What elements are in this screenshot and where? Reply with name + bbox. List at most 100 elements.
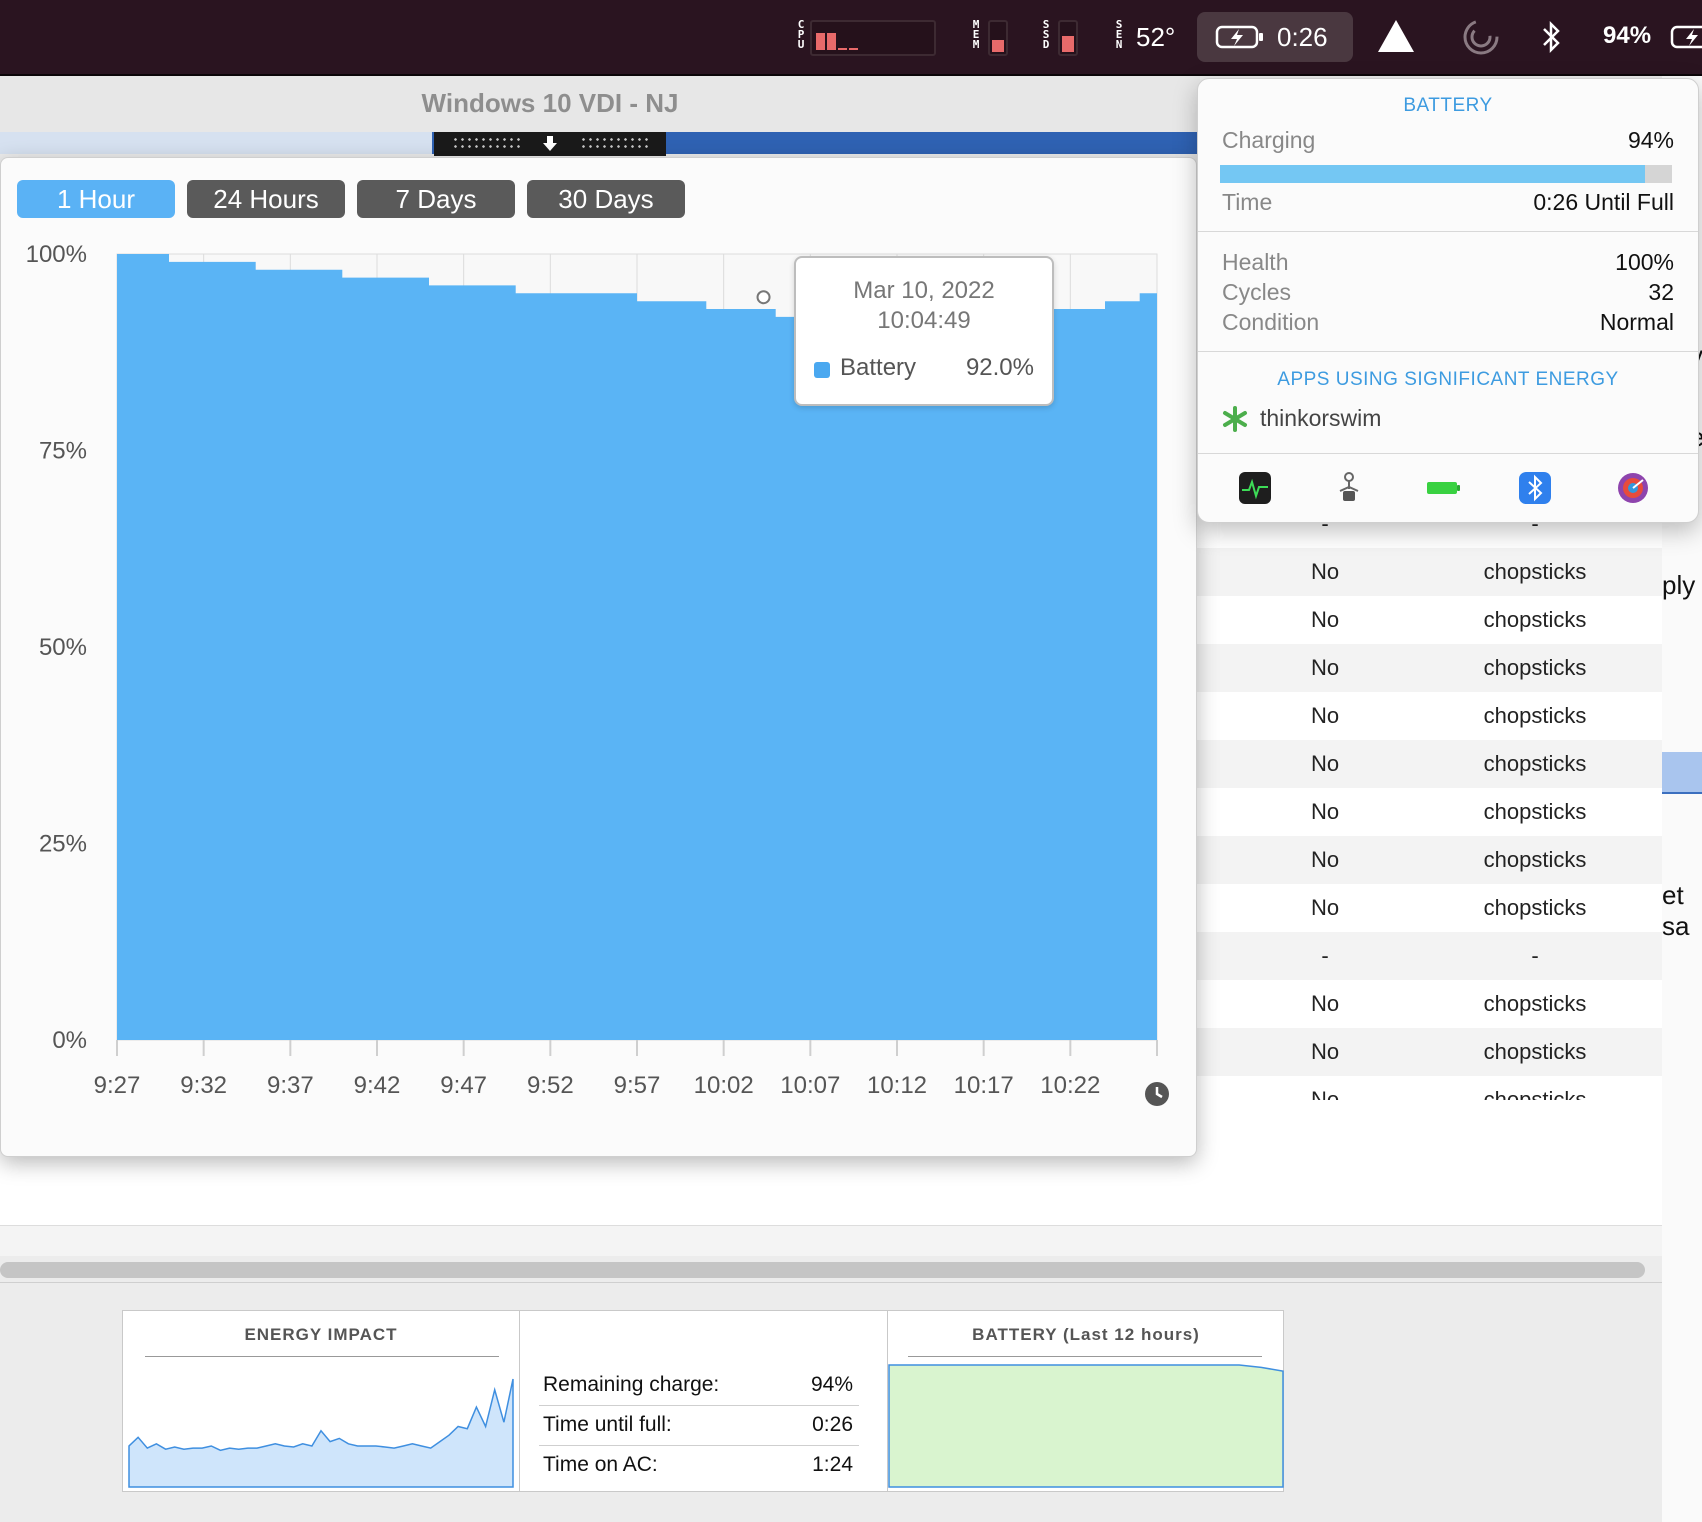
y-tick-label: 25% [39, 831, 87, 858]
vdi-window-title: Windows 10 VDI - NJ [421, 88, 679, 118]
battery-percent[interactable]: 94% [1603, 22, 1651, 50]
energy-impact-graph [128, 1378, 514, 1488]
condition-label: Condition [1222, 309, 1320, 335]
table-cell: chopsticks [1483, 895, 1587, 920]
system-info-icon[interactable] [1332, 471, 1366, 505]
table-row[interactable]: No chopsticks [1195, 788, 1662, 836]
table-cell: - [1531, 943, 1539, 968]
menu-bar: CPU MEM SSD SEN 52° 0:26 94% [0, 0, 1702, 76]
table-row[interactable]: No chopsticks [1195, 692, 1662, 740]
energy-impact-title: ENERGY IMPACT [244, 1325, 398, 1344]
horizontal-scrollbar[interactable] [0, 1262, 1645, 1278]
tab-7-days[interactable]: 7 Days [357, 180, 515, 218]
warning-triangle-icon[interactable] [1376, 18, 1416, 54]
charging-value: 94% [1627, 127, 1674, 153]
temperature-readout[interactable]: 52° [1136, 22, 1175, 53]
time-on-ac-value: 1:24 [812, 1453, 853, 1476]
table-cell: chopsticks [1483, 751, 1587, 776]
cpu-bar [849, 47, 858, 50]
tab-24-hours[interactable]: 24 Hours [187, 180, 345, 218]
x-tick-label: 9:57 [614, 1072, 661, 1099]
time-until-full-value: 0:26 [812, 1413, 853, 1436]
table-row[interactable]: No chopsticks [1195, 836, 1662, 884]
chart-tooltip: Mar 10, 2022 10:04:49 Battery 92.0% [794, 256, 1054, 406]
table-cell: chopsticks [1483, 655, 1587, 680]
table-row[interactable]: No chopsticks [1195, 596, 1662, 644]
battery-menu-item[interactable]: 0:26 [1197, 12, 1353, 62]
table-cell: No [1310, 703, 1340, 728]
edge-text: et sa [1662, 880, 1690, 941]
x-tick-label: 9:37 [267, 1072, 314, 1099]
table-cell: chopsticks [1483, 559, 1587, 584]
table-cell: No [1310, 607, 1340, 632]
energy-impact-area [128, 1378, 514, 1488]
cpu-bar [838, 47, 847, 50]
hover-point [756, 290, 771, 305]
condition-value: Normal [1599, 309, 1674, 335]
table-row[interactable]: No chopsticks [1195, 740, 1662, 788]
cpu-label: CPU [797, 18, 805, 51]
activity-monitor-icon[interactable] [1238, 471, 1272, 505]
tab-1-hour[interactable]: 1 Hour [17, 180, 175, 218]
table-cell: chopsticks [1483, 799, 1587, 824]
battery-12h-graph [888, 1364, 1284, 1488]
table-cell: chopsticks [1483, 847, 1587, 872]
app-name[interactable]: thinkorswim [1260, 405, 1381, 432]
clock-icon[interactable] [1144, 1081, 1170, 1107]
ssd-label: SSD [1042, 18, 1050, 51]
tooltip-value: 92.0% [965, 354, 1034, 381]
table-row[interactable]: No chopsticks [1195, 1028, 1662, 1076]
table-footer [0, 1225, 1662, 1256]
bluetooth-icon[interactable] [1540, 20, 1562, 54]
selected-row-edge [1662, 752, 1702, 794]
battery-series-swatch [814, 362, 830, 378]
table-cell: No [1310, 559, 1340, 584]
energy-impact-section: ENERGY IMPACT [123, 1311, 520, 1491]
mem-label: MEM [972, 18, 980, 51]
apps-energy-title: APPS USING SIGNIFICANT ENERGY [1277, 369, 1619, 390]
energy-summary-box: ENERGY IMPACT Remaining charge: 94% Time… [122, 1310, 1284, 1492]
table-row[interactable]: -- [1195, 932, 1662, 980]
table-cell: No [1310, 847, 1340, 872]
battery-12h-section: BATTERY (Last 12 hours) [887, 1311, 1284, 1491]
remaining-charge-value: 94% [810, 1373, 853, 1396]
x-tick-label: 9:42 [354, 1072, 401, 1099]
table-cell: No [1310, 655, 1340, 680]
battery-12h-area [888, 1364, 1284, 1488]
tooltip-time: 10:04:49 [877, 307, 971, 334]
charge-stats-section: Remaining charge: 94% Time until full: 0… [519, 1311, 887, 1491]
time-on-ac-label: Time on AC: [543, 1453, 658, 1476]
bluetooth-icon[interactable] [1518, 471, 1552, 505]
disk-utility-icon[interactable] [1616, 471, 1650, 505]
ssd-gauge[interactable] [1058, 20, 1078, 56]
edge-text: ply [1662, 570, 1696, 600]
x-tick-label: 9:52 [527, 1072, 574, 1099]
battery-time: 0:26 [1277, 22, 1328, 52]
time-value: 0:26 Until Full [1533, 189, 1674, 215]
cpu-graph-icon[interactable] [810, 20, 936, 56]
table-row[interactable]: No chopsticks [1195, 884, 1662, 932]
table-cell: No [1310, 751, 1340, 776]
tooltip-series-label: Battery [840, 354, 917, 381]
battery-history-window: 1 Hour 24 Hours 7 Days 30 Days 9:27 9:32 9… [0, 157, 1197, 1157]
mem-gauge[interactable] [988, 20, 1008, 56]
tab-30-days[interactable]: 30 Days [527, 180, 685, 218]
table-cell: chopsticks [1483, 1039, 1587, 1064]
table-row[interactable]: No chopsticks [1195, 980, 1662, 1028]
remaining-charge-label: Remaining charge: [543, 1373, 720, 1396]
table-cell: chopsticks [1483, 991, 1587, 1016]
battery-popover: BATTERY Charging 94% Time 0:26 Until Ful… [1197, 78, 1699, 523]
table-row[interactable]: No chopsticks [1195, 548, 1662, 596]
charging-label: Charging [1222, 127, 1316, 153]
table-row[interactable]: No chopsticks [1195, 644, 1662, 692]
table-cell: No [1310, 991, 1340, 1016]
x-tick-label: 10:12 [867, 1072, 927, 1099]
battery-charging-icon[interactable] [1670, 24, 1702, 50]
vdi-connection-bar-handle[interactable] [434, 132, 666, 156]
y-tick-label: 50% [39, 634, 87, 661]
battery-icon[interactable] [1426, 471, 1460, 505]
x-tick-label: 9:47 [440, 1072, 487, 1099]
cpu-bar [827, 33, 836, 50]
spiral-icon[interactable] [1462, 18, 1500, 56]
cpu-bar [816, 33, 825, 50]
